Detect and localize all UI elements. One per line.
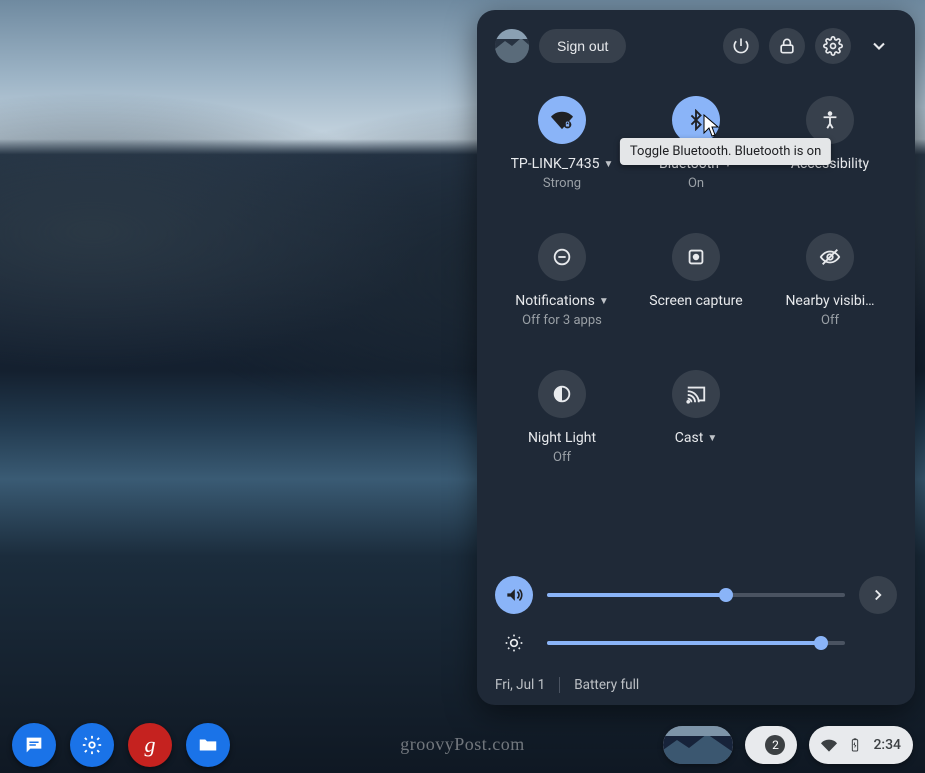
wifi-sub: Strong xyxy=(543,176,581,191)
collapse-button[interactable] xyxy=(861,28,897,64)
volume-icon[interactable] xyxy=(495,576,533,614)
clock: 2:34 xyxy=(873,737,901,753)
wifi-label[interactable]: TP-LINK_7435▼ xyxy=(511,156,614,172)
notifications-label[interactable]: Notifications▼ xyxy=(515,293,609,309)
bluetooth-sub: On xyxy=(688,176,704,191)
notifications-sub: Off for 3 apps xyxy=(522,313,602,328)
notifications-pill[interactable]: 2 xyxy=(745,726,797,764)
quick-settings-panel: Sign out TP-LINK_7435▼ Strong xyxy=(477,10,915,705)
notifications-toggle[interactable] xyxy=(538,233,586,281)
panel-header: Sign out xyxy=(495,24,897,68)
chevron-down-icon: ▼ xyxy=(599,296,609,307)
footer-date: Fri, Jul 1 xyxy=(495,677,545,693)
nearby-label[interactable]: Nearby visibi… xyxy=(785,293,874,309)
tile-screen-capture: Screen capture xyxy=(631,233,761,328)
sliders xyxy=(495,571,897,667)
cast-toggle[interactable] xyxy=(672,370,720,418)
night-light-label[interactable]: Night Light xyxy=(528,430,596,446)
footer-battery: Battery full xyxy=(574,677,639,693)
lock-button[interactable] xyxy=(769,28,805,64)
screen-capture-button[interactable] xyxy=(672,233,720,281)
volume-slider[interactable] xyxy=(547,593,845,597)
panel-footer: Fri, Jul 1 Battery full xyxy=(495,677,897,693)
tile-wifi: TP-LINK_7435▼ Strong xyxy=(497,96,627,191)
tile-night-light: Night Light Off xyxy=(497,370,627,465)
night-light-toggle[interactable] xyxy=(538,370,586,418)
app-groovypost[interactable]: g xyxy=(128,723,172,767)
volume-row xyxy=(495,571,897,619)
bluetooth-tooltip: Toggle Bluetooth. Bluetooth is on xyxy=(620,138,831,165)
avatar[interactable] xyxy=(495,29,529,63)
brightness-row xyxy=(495,619,897,667)
night-light-sub: Off xyxy=(553,450,571,465)
wifi-toggle[interactable] xyxy=(538,96,586,144)
notifications-badge: 2 xyxy=(765,735,785,755)
shelf-apps: g xyxy=(12,723,230,767)
audio-settings-expand[interactable] xyxy=(859,576,897,614)
bluetooth-toggle[interactable] xyxy=(672,96,720,144)
app-messages[interactable] xyxy=(12,723,56,767)
tiles-grid: TP-LINK_7435▼ Strong Toggle Bluetooth. B… xyxy=(495,96,897,465)
app-settings[interactable] xyxy=(70,723,114,767)
battery-charging-icon xyxy=(847,737,863,753)
tile-bluetooth: Toggle Bluetooth. Bluetooth is on Blueto… xyxy=(631,96,761,191)
app-files[interactable] xyxy=(186,723,230,767)
power-button[interactable] xyxy=(723,28,759,64)
nearby-sub: Off xyxy=(821,313,839,328)
nearby-toggle[interactable] xyxy=(806,233,854,281)
shelf-status: 2 2:34 xyxy=(663,726,913,764)
tile-notifications: Notifications▼ Off for 3 apps xyxy=(497,233,627,328)
tile-nearby: Nearby visibi… Off xyxy=(765,233,895,328)
brightness-icon xyxy=(495,624,533,662)
sign-out-button[interactable]: Sign out xyxy=(539,29,626,63)
shelf: g 2 2:34 xyxy=(0,717,925,773)
status-pill[interactable]: 2:34 xyxy=(809,726,913,764)
tile-cast: Cast▼ xyxy=(631,370,761,465)
chevron-down-icon: ▼ xyxy=(707,433,717,444)
accessibility-toggle[interactable] xyxy=(806,96,854,144)
settings-button[interactable] xyxy=(815,28,851,64)
overview-preview[interactable] xyxy=(663,726,733,764)
brightness-slider[interactable] xyxy=(547,641,845,645)
divider xyxy=(559,677,560,693)
wifi-icon xyxy=(821,737,837,753)
chevron-down-icon: ▼ xyxy=(604,159,614,170)
cast-label[interactable]: Cast▼ xyxy=(675,430,717,446)
screen-capture-label: Screen capture xyxy=(649,293,742,309)
